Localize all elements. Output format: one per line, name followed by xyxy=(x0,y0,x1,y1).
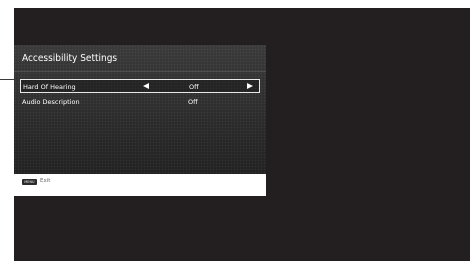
title-divider xyxy=(14,71,266,72)
arrow-left-icon[interactable] xyxy=(143,83,149,89)
setting-row-hard-of-hearing[interactable]: Hard Of Hearing Off xyxy=(20,79,260,93)
exit-hint-label: Exit xyxy=(40,178,51,184)
panel-title: Accessibility Settings xyxy=(22,53,118,64)
arrow-right-icon[interactable] xyxy=(247,83,253,89)
setting-value-audio-description: Off xyxy=(188,98,198,106)
setting-label-hard-of-hearing: Hard Of Hearing xyxy=(23,83,76,91)
setting-label-audio-description: Audio Description xyxy=(22,98,80,106)
menu-key-icon[interactable]: MENU xyxy=(22,179,37,185)
setting-value-hard-of-hearing: Off xyxy=(189,83,199,91)
panel-footer: MENU Exit xyxy=(14,174,266,196)
callout-line xyxy=(0,79,14,80)
setting-row-audio-description[interactable]: Audio Description Off xyxy=(20,95,260,109)
